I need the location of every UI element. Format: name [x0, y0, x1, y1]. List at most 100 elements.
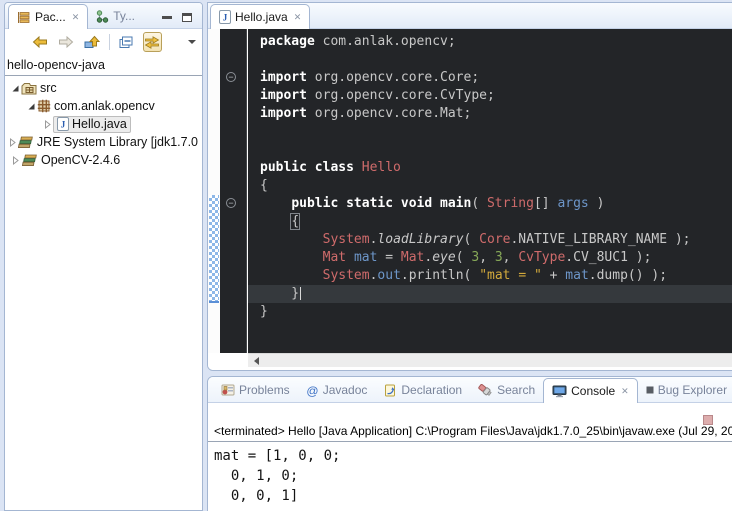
- svg-text:J: J: [61, 120, 66, 130]
- code-line[interactable]: [248, 51, 732, 69]
- eclipse-window: Pac... Ty...: [0, 0, 732, 511]
- tree-twisty-icon[interactable]: [25, 102, 37, 111]
- range-indicator: [209, 195, 219, 303]
- view-menu-button[interactable]: [183, 32, 202, 52]
- tree-item-label-box: src: [21, 81, 61, 95]
- code-token: .println(: [401, 268, 479, 283]
- fold-collapse-icon[interactable]: [226, 198, 236, 208]
- tab-hello-java[interactable]: J Hello.java: [210, 4, 310, 29]
- tree-twisty-icon[interactable]: [9, 156, 21, 165]
- link-with-editor-button[interactable]: [143, 32, 162, 52]
- code-token: [346, 250, 354, 265]
- close-icon[interactable]: [619, 386, 629, 397]
- editor-tabbar: J Hello.java: [208, 3, 732, 29]
- code-token: System: [323, 268, 370, 283]
- close-icon[interactable]: [292, 12, 302, 23]
- tab-console[interactable]: Console: [543, 378, 638, 403]
- package-explorer-toolbar: [5, 29, 202, 55]
- code-token: CvType: [518, 250, 565, 265]
- tree-item-label-box: JHello.java: [53, 116, 131, 133]
- code-line[interactable]: System.out.println( "mat = " + mat.dump(…: [248, 267, 732, 285]
- tab-bug-explorer[interactable]: Bug Explorer: [638, 378, 732, 402]
- tree-twisty-icon[interactable]: [41, 120, 53, 129]
- close-icon[interactable]: [70, 12, 80, 23]
- code-token: (: [464, 232, 480, 247]
- code-line[interactable]: {: [248, 177, 732, 195]
- minimize-button[interactable]: [162, 16, 172, 19]
- code-token: ,: [479, 250, 495, 265]
- tab-label: Pac...: [35, 10, 66, 24]
- code-line[interactable]: public static void main( String[] args ): [248, 195, 732, 213]
- forward-button[interactable]: [57, 32, 76, 52]
- tab-type-hierarchy[interactable]: Ty...: [88, 4, 143, 28]
- editor-panel: J Hello.java package com.anlak.opencv; im…: [207, 2, 732, 371]
- code-token: public static void main: [291, 196, 471, 211]
- code-token: +: [542, 268, 565, 283]
- tab-javadoc[interactable]: @Javadoc: [298, 378, 376, 402]
- code-token: mat: [565, 268, 588, 283]
- code-line[interactable]: import org.opencv.core.Mat;: [248, 105, 732, 123]
- code-token: package: [260, 34, 315, 49]
- collapse-all-button[interactable]: [117, 32, 136, 52]
- project-label: hello-opencv-java: [5, 55, 202, 76]
- code-line[interactable]: import org.opencv.core.CvType;: [248, 87, 732, 105]
- console-status-line: <terminated> Hello [Java Application] C:…: [208, 423, 732, 442]
- code-line[interactable]: {: [248, 213, 732, 231]
- terminate-button[interactable]: [703, 415, 713, 425]
- link-with-editor-icon: [144, 36, 160, 49]
- bottom-tabbar: Problems@JavadocDeclarationSearch Console…: [208, 377, 732, 403]
- back-button[interactable]: [31, 32, 50, 52]
- code-line[interactable]: System.loadLibrary( Core.NATIVE_LIBRARY_…: [248, 231, 732, 249]
- tree-item-com-anlak-opencv[interactable]: com.anlak.opencv: [5, 97, 202, 115]
- code-line[interactable]: package com.anlak.opencv;: [248, 33, 732, 51]
- code-line[interactable]: import org.opencv.core.Core;: [248, 69, 732, 87]
- tree-item-label: src: [40, 81, 57, 95]
- tab-search[interactable]: Search: [470, 378, 543, 402]
- maximize-button[interactable]: [182, 13, 192, 22]
- code-token: loadLibrary: [377, 232, 463, 247]
- code-lines[interactable]: package com.anlak.opencv; import org.open…: [248, 29, 732, 353]
- console-panel: Problems@JavadocDeclarationSearch Console…: [207, 376, 732, 511]
- code-token: [260, 250, 323, 265]
- horizontal-scrollbar[interactable]: [248, 353, 732, 367]
- code-line[interactable]: }: [248, 303, 732, 321]
- tab-declaration[interactable]: Declaration: [375, 378, 470, 402]
- tab-label: Hello.java: [235, 10, 288, 24]
- tree-item-src[interactable]: src: [5, 79, 202, 97]
- fold-collapse-icon[interactable]: [226, 72, 236, 82]
- console-icon: [552, 385, 567, 398]
- code-line[interactable]: [248, 123, 732, 141]
- code-token: import: [260, 70, 307, 85]
- console-line: mat = [1, 0, 0;: [214, 446, 732, 466]
- console-toolbar: [208, 403, 732, 423]
- up-button[interactable]: [83, 32, 102, 52]
- code-token: System: [323, 232, 370, 247]
- tab-label: Ty...: [113, 9, 135, 23]
- code-line[interactable]: [248, 141, 732, 159]
- collapse-all-icon: [119, 36, 133, 49]
- code-line[interactable]: }: [248, 285, 732, 303]
- tree-twisty-icon[interactable]: [8, 138, 17, 147]
- type-hierarchy-icon: [96, 10, 109, 23]
- problems-icon: [221, 384, 235, 396]
- tree-item-jre-system-library-jdk1-7-0[interactable]: JRE System Library [jdk1.7.0: [5, 133, 202, 151]
- code-token: org.opencv.core.Core;: [307, 70, 479, 85]
- code-line[interactable]: Mat mat = Mat.eye( 3, 3, CvType.CV_8UC1 …: [248, 249, 732, 267]
- code-token: ): [589, 196, 605, 211]
- code-token: [260, 268, 323, 283]
- tree-item-opencv-2-4-6[interactable]: OpenCV-2.4.6: [5, 151, 202, 169]
- back-arrow-icon: [32, 36, 48, 48]
- scroll-left-icon[interactable]: [254, 357, 259, 365]
- tree-twisty-icon[interactable]: [9, 84, 21, 93]
- tab-package-explorer[interactable]: Pac...: [8, 4, 88, 29]
- code-token: import: [260, 88, 307, 103]
- tab-problems[interactable]: Problems: [213, 378, 298, 402]
- library-icon: [21, 154, 38, 167]
- tab-label: Console: [571, 384, 615, 398]
- code-token: out: [377, 268, 400, 283]
- up-folder-icon: [84, 35, 100, 49]
- tab-label: Bug Explorer: [658, 383, 727, 397]
- text-cursor: [300, 287, 301, 300]
- tree-item-hello-java[interactable]: JHello.java: [5, 115, 202, 133]
- code-line[interactable]: public class Hello: [248, 159, 732, 177]
